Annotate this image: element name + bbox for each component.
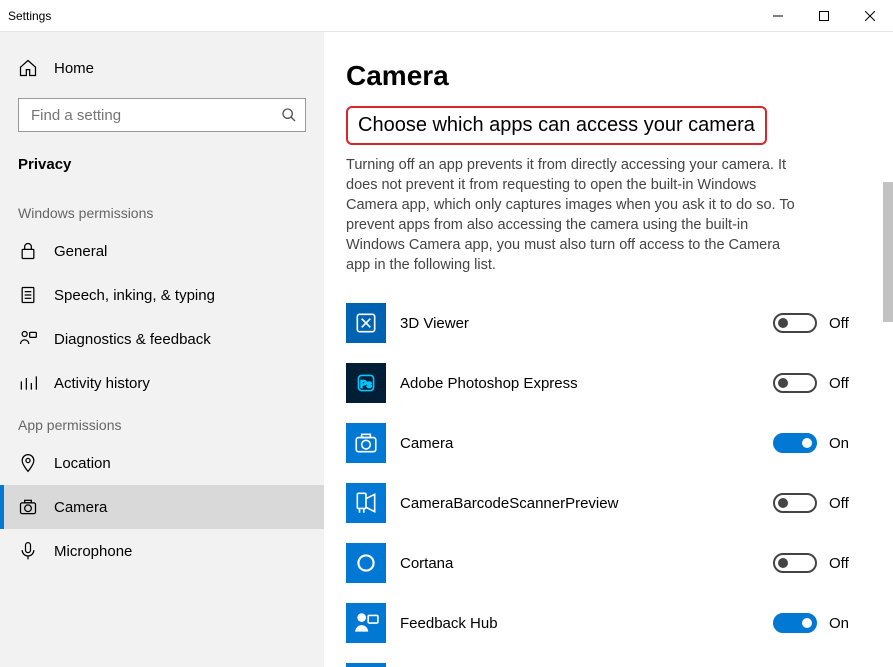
toggle-switch[interactable] (773, 433, 817, 453)
home-label: Home (54, 60, 94, 77)
app-name: Camera (400, 435, 759, 452)
nav-label: Activity history (54, 375, 150, 392)
nav-label: Diagnostics & feedback (54, 331, 211, 348)
app-name: Adobe Photoshop Express (400, 375, 759, 392)
nav-camera[interactable]: Camera (0, 485, 324, 529)
page-title: Camera (346, 60, 863, 92)
app-row: Feedback Hub On (346, 593, 863, 653)
toggle-switch[interactable] (773, 373, 817, 393)
app-name: Cortana (400, 555, 759, 572)
scrollbar-thumb[interactable] (883, 182, 893, 322)
nav-label: Camera (54, 499, 107, 516)
camera-icon (18, 497, 38, 517)
toggle-switch[interactable] (773, 613, 817, 633)
nav-label: General (54, 243, 107, 260)
window-controls (755, 0, 893, 32)
toggle-state-label: Off (829, 555, 849, 572)
nav-speech[interactable]: Speech, inking, & typing (0, 273, 324, 317)
app-icon (346, 483, 386, 523)
app-row: Ps Adobe Photoshop Express Off (346, 353, 863, 413)
group-app-permissions: App permissions (0, 405, 324, 441)
maximize-button[interactable] (801, 0, 847, 32)
location-icon (18, 453, 38, 473)
lock-icon (18, 241, 38, 261)
main-panel: Camera Choose which apps can access your… (324, 32, 893, 667)
titlebar: Settings (0, 0, 893, 32)
app-icon (346, 423, 386, 463)
svg-text:Ps: Ps (360, 379, 372, 390)
nav-diagnostics[interactable]: Diagnostics & feedback (0, 317, 324, 361)
app-name: Feedback Hub (400, 615, 759, 632)
feedback-icon (18, 329, 38, 349)
toggle-switch[interactable] (773, 553, 817, 573)
search-field[interactable] (31, 107, 281, 124)
app-row: HP SmartOn (346, 653, 863, 667)
app-name: 3D Viewer (400, 315, 759, 332)
app-row: Camera On (346, 413, 863, 473)
nav-label: Microphone (54, 543, 132, 560)
window-title: Settings (8, 9, 51, 23)
microphone-icon (18, 541, 38, 561)
nav-microphone[interactable]: Microphone (0, 529, 324, 573)
home-nav[interactable]: Home (0, 46, 324, 90)
app-row: Cortana Off (346, 533, 863, 593)
sidebar: Home Privacy Windows permissions General… (0, 32, 324, 667)
clipboard-icon (18, 285, 38, 305)
section-title: Choose which apps can access your camera (346, 106, 767, 145)
apps-list: 3D Viewer Off Ps Adobe Photoshop Express Off… (346, 293, 863, 667)
activity-icon (18, 373, 38, 393)
toggle-state-label: Off (829, 375, 849, 392)
toggle-state-label: Off (829, 315, 849, 332)
nav-location[interactable]: Location (0, 441, 324, 485)
app-row: CameraBarcodeScannerPreview Off (346, 473, 863, 533)
toggle-state-label: On (829, 435, 849, 452)
app-name: CameraBarcodeScannerPreview (400, 495, 759, 512)
app-icon (346, 543, 386, 583)
minimize-button[interactable] (755, 0, 801, 32)
toggle-state-label: On (829, 615, 849, 632)
search-input[interactable] (18, 98, 306, 132)
toggle-switch[interactable] (773, 313, 817, 333)
search-icon (281, 107, 297, 123)
section-description: Turning off an app prevents it from dire… (346, 155, 806, 275)
app-icon (346, 663, 386, 667)
nav-label: Location (54, 455, 111, 472)
toggle-state-label: Off (829, 495, 849, 512)
app-icon (346, 303, 386, 343)
nav-general[interactable]: General (0, 229, 324, 273)
nav-label: Speech, inking, & typing (54, 287, 215, 304)
home-icon (18, 58, 38, 78)
app-icon (346, 603, 386, 643)
group-windows-permissions: Windows permissions (0, 193, 324, 229)
close-button[interactable] (847, 0, 893, 32)
privacy-heading: Privacy (0, 146, 324, 193)
app-icon: Ps (346, 363, 386, 403)
toggle-switch[interactable] (773, 493, 817, 513)
nav-activity[interactable]: Activity history (0, 361, 324, 405)
app-row: 3D Viewer Off (346, 293, 863, 353)
